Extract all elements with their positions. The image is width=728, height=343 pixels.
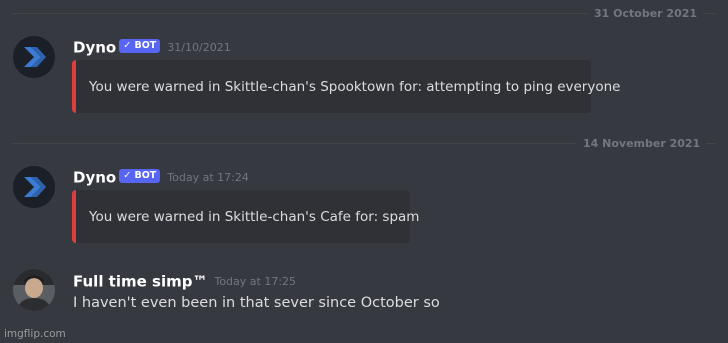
avatar[interactable]	[13, 166, 55, 208]
message-header: Dyno ✓ BOT Today at 17:24	[73, 167, 249, 187]
date-divider: 31 October 2021	[12, 6, 716, 22]
dyno-logo-icon	[13, 36, 55, 78]
date-divider: 14 November 2021	[12, 136, 716, 152]
timestamp[interactable]: 31/10/2021	[167, 41, 230, 54]
username[interactable]: Dyno	[73, 169, 116, 187]
embed-text: You were warned in Skittle-chan's Cafe f…	[89, 208, 420, 225]
avatar[interactable]	[13, 269, 55, 311]
date-divider-label: 31 October 2021	[588, 6, 704, 22]
watermark: imgflip.com	[4, 328, 66, 340]
message-content: I haven't even been in that sever since …	[73, 295, 440, 311]
warning-embed: You were warned in Skittle-chan's Spookt…	[72, 60, 620, 113]
timestamp[interactable]: Today at 17:24	[167, 171, 249, 184]
message-header: Full time simp™ Today at 17:25	[73, 271, 296, 291]
dyno-logo-icon	[13, 166, 55, 208]
timestamp[interactable]: Today at 17:25	[214, 275, 296, 288]
username[interactable]: Full time simp™	[73, 273, 207, 291]
embed-text: You were warned in Skittle-chan's Spookt…	[89, 78, 621, 95]
bot-tag: ✓ BOT	[119, 168, 161, 183]
username[interactable]: Dyno	[73, 39, 116, 57]
message-header: Dyno ✓ BOT 31/10/2021	[73, 37, 231, 57]
bot-tag: ✓ BOT	[119, 38, 161, 53]
warning-embed: You were warned in Skittle-chan's Cafe f…	[72, 190, 419, 243]
date-divider-label: 14 November 2021	[577, 136, 707, 152]
user-avatar	[13, 269, 55, 311]
avatar[interactable]	[13, 36, 55, 78]
